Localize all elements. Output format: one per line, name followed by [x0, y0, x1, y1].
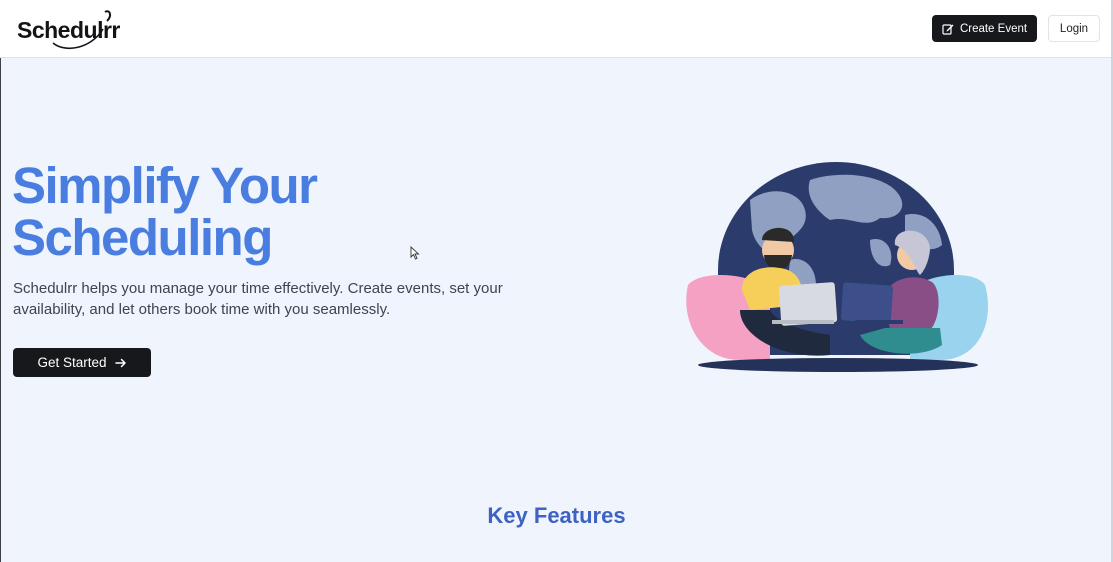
logo-swirl-icon: [52, 10, 112, 50]
logo[interactable]: Schedulrr: [17, 9, 127, 51]
key-features-heading: Key Features: [487, 503, 626, 528]
mouse-cursor-icon: [410, 246, 420, 260]
login-button[interactable]: Login: [1048, 15, 1100, 42]
hero-title-line: Simplify Your: [12, 157, 318, 214]
hero-illustration: [686, 162, 988, 372]
create-event-label: Create Event: [959, 22, 1028, 35]
create-event-button[interactable]: Create Event: [932, 15, 1037, 42]
get-started-label: Get Started: [37, 355, 107, 370]
edit-icon: [942, 23, 954, 35]
hero-title-line: Scheduling: [12, 209, 273, 266]
hero-description: Schedulrr helps you manage your time eff…: [13, 280, 503, 318]
arrow-right-icon: [114, 358, 126, 367]
window-edge: [0, 58, 1, 562]
top-navbar: Schedulrr Create Event Login: [0, 0, 1113, 58]
hero-title: Simplify Your Scheduling: [12, 160, 512, 264]
get-started-button[interactable]: Get Started: [13, 348, 151, 377]
